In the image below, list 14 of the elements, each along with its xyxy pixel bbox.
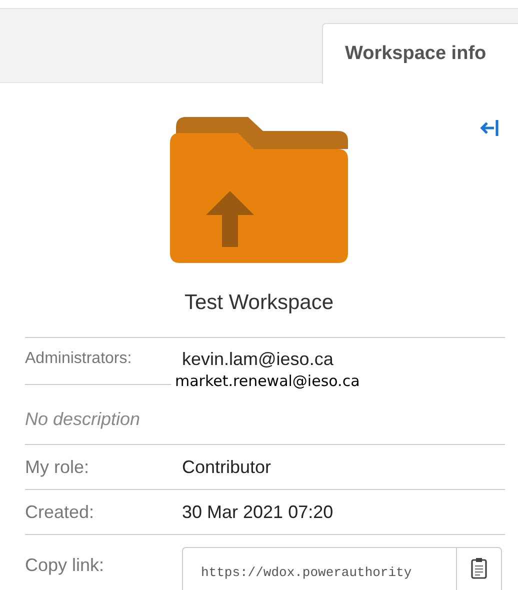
tab[interactable]: Workspace info (322, 23, 518, 84)
field-label: My role: (25, 456, 90, 478)
field-value: 30 Mar 2021 07:20 (182, 502, 334, 522)
administrator-email: kevin.lam@ieso.ca (182, 348, 334, 370)
copy-button[interactable] (456, 547, 502, 590)
field-value: Contributor (182, 456, 272, 478)
clipboard-icon (471, 557, 487, 579)
description-text: No description (25, 408, 142, 431)
administrators-label: Administrators: (25, 350, 133, 368)
workspace-name: Test Workspace (184, 291, 334, 315)
link-field[interactable]: https://wdox.powerauthority (182, 547, 456, 590)
collapse-icon[interactable] (479, 119, 501, 137)
field-label: Created: (25, 502, 96, 522)
copy-link-label: Copy link: (25, 554, 106, 576)
